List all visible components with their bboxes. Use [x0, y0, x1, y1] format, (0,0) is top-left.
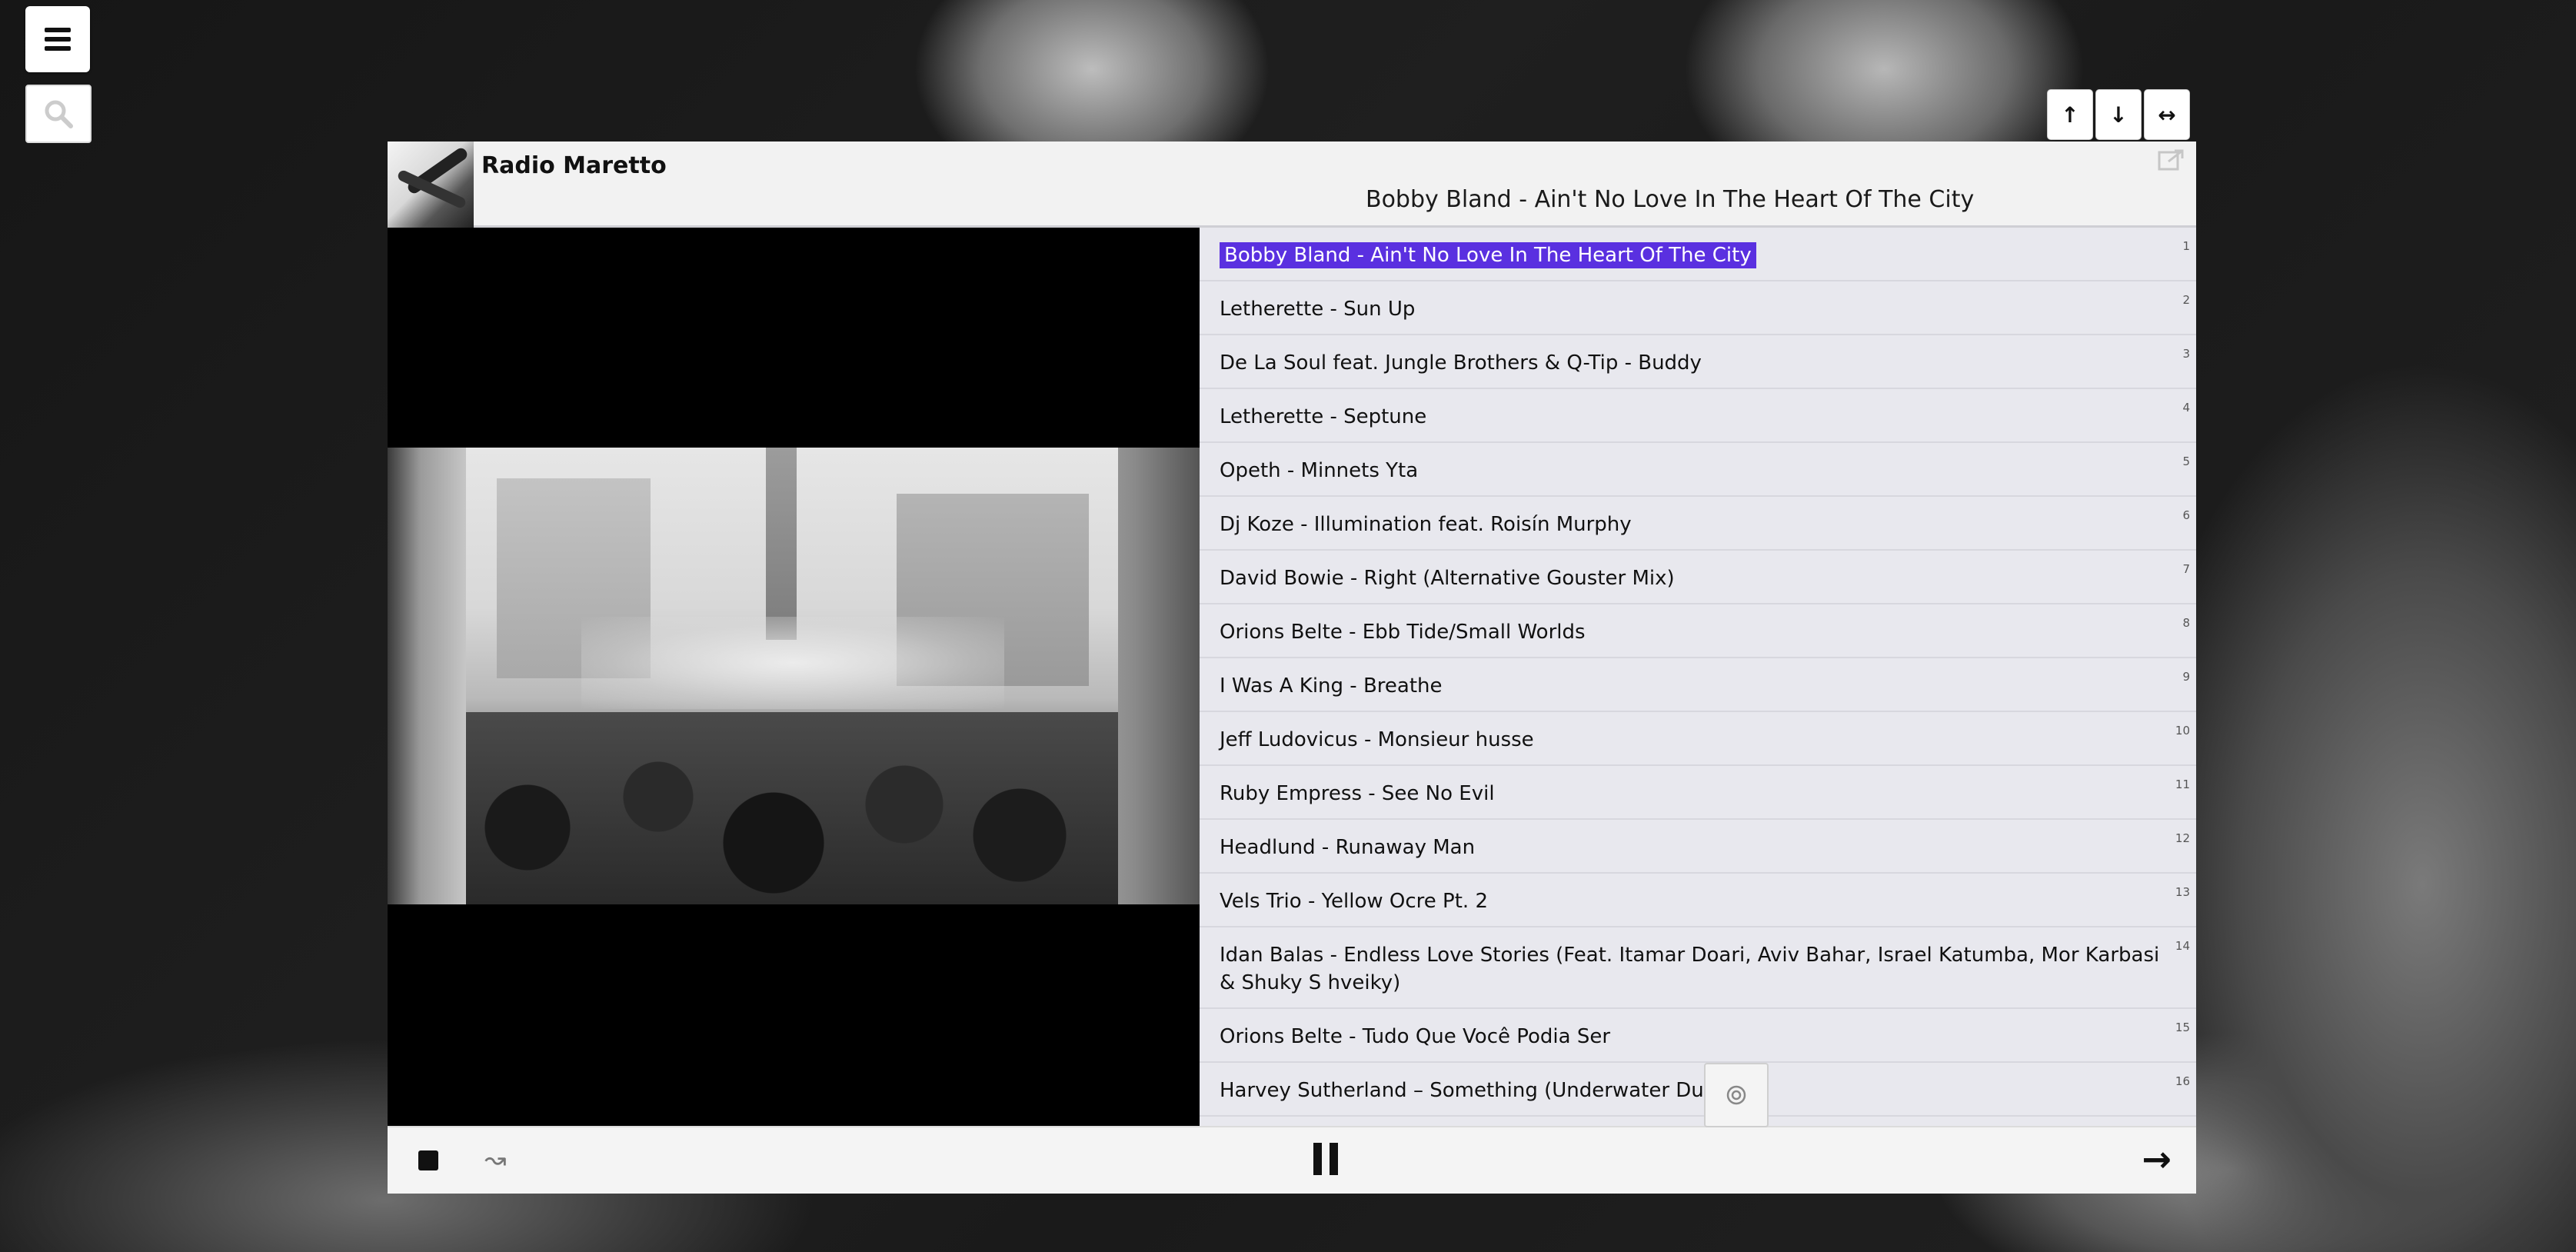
- track-title: Ruby Empress - See No Evil: [1220, 782, 1495, 805]
- track-title: Jeff Ludovicus - Monsieur husse: [1220, 728, 1534, 751]
- playlist-item[interactable]: Letherette - Sun Up 2: [1200, 281, 2196, 335]
- track-number: 15: [2175, 1021, 2190, 1034]
- station-thumbnail[interactable]: [388, 142, 474, 228]
- track-number: 3: [2182, 347, 2190, 361]
- locate-current-button[interactable]: [1704, 1063, 1769, 1127]
- video-player[interactable]: [388, 228, 1200, 1126]
- next-button[interactable]: →: [2142, 1138, 2172, 1180]
- playlist-item[interactable]: Headlund - Runaway Man 12: [1200, 820, 2196, 874]
- track-number: 11: [2175, 778, 2190, 791]
- playlist-item[interactable]: Dj Koze - Illumination feat. Roisín Murp…: [1200, 497, 2196, 551]
- menu-button[interactable]: [25, 6, 90, 72]
- player-controls: ↝ →: [388, 1126, 2196, 1194]
- playlist[interactable]: Bobby Bland - Ain't No Love In The Heart…: [1200, 228, 2196, 1126]
- playlist-item[interactable]: Orions Belte - Tudo Que Você Podia Ser 15: [1200, 1009, 2196, 1063]
- track-title: De La Soul feat. Jungle Brothers & Q-Tip…: [1220, 351, 1702, 375]
- playlist-item[interactable]: 17: [1200, 1117, 2196, 1126]
- popout-icon[interactable]: [2158, 149, 2185, 172]
- playlist-item[interactable]: Opeth - Minnets Yta 5: [1200, 443, 2196, 497]
- track-title: Vels Trio - Yellow Ocre Pt. 2: [1220, 890, 1488, 913]
- track-title: I Was A King - Breathe: [1220, 674, 1443, 698]
- search-button[interactable]: [25, 85, 92, 143]
- playlist-item[interactable]: Idan Balas - Endless Love Stories (Feat.…: [1200, 927, 2196, 1009]
- track-number: 10: [2175, 724, 2190, 738]
- track-number: 16: [2175, 1074, 2190, 1088]
- track-number: 13: [2175, 885, 2190, 899]
- track-number: 12: [2175, 831, 2190, 845]
- track-title: David Bowie - Right (Alternative Gouster…: [1220, 567, 1675, 590]
- video-image: [466, 448, 1118, 904]
- track-title: Opeth - Minnets Yta: [1220, 459, 1419, 482]
- pause-button[interactable]: [1313, 1143, 1338, 1175]
- track-title: Orions Belte - Tudo Que Você Podia Ser: [1220, 1025, 1611, 1048]
- repeat-icon[interactable]: ↝: [484, 1144, 507, 1175]
- track-title: Harvey Sutherland – Something (Underwate…: [1220, 1079, 1725, 1102]
- track-number: 7: [2182, 562, 2190, 576]
- playlist-item[interactable]: Ruby Empress - See No Evil 11: [1200, 766, 2196, 820]
- track-number: 8: [2182, 616, 2190, 630]
- track-number: 5: [2182, 455, 2190, 468]
- playlist-item[interactable]: Harvey Sutherland – Something (Underwate…: [1200, 1063, 2196, 1117]
- playlist-item[interactable]: I Was A King - Breathe 9: [1200, 658, 2196, 712]
- video-frame: [388, 448, 1200, 904]
- track-title: Dj Koze - Illumination feat. Roisín Murp…: [1220, 513, 1632, 536]
- player-header: Radio Maretto Bobby Bland - Ain't No Lov…: [388, 142, 2196, 228]
- arrow-up-icon: ↑: [2061, 102, 2079, 128]
- playlist-item[interactable]: De La Soul feat. Jungle Brothers & Q-Tip…: [1200, 335, 2196, 389]
- track-number: 9: [2182, 670, 2190, 684]
- window-controls: ↑ ↓ ↔: [2047, 89, 2190, 140]
- track-title: Orions Belte - Ebb Tide/Small Worlds: [1220, 621, 1586, 644]
- search-icon: [45, 100, 73, 128]
- playlist-item[interactable]: Vels Trio - Yellow Ocre Pt. 2 13: [1200, 874, 2196, 927]
- move-down-button[interactable]: ↓: [2095, 89, 2142, 140]
- playlist-item[interactable]: Letherette - Septune 4: [1200, 389, 2196, 443]
- track-title: Letherette - Sun Up: [1220, 298, 1416, 321]
- track-title: Headlund - Runaway Man: [1220, 836, 1476, 859]
- expand-icon: ↔: [2158, 102, 2176, 128]
- now-playing-title: Bobby Bland - Ain't No Love In The Heart…: [1366, 186, 1975, 213]
- stop-button[interactable]: [418, 1150, 438, 1170]
- playlist-item-active[interactable]: Bobby Bland - Ain't No Love In The Heart…: [1200, 228, 2196, 281]
- playlist-item[interactable]: Orions Belte - Ebb Tide/Small Worlds 8: [1200, 604, 2196, 658]
- track-number: 1: [2182, 239, 2190, 253]
- arrow-down-icon: ↓: [2109, 102, 2128, 128]
- player-window: Radio Maretto Bobby Bland - Ain't No Lov…: [388, 142, 2196, 1194]
- track-number: 4: [2182, 401, 2190, 415]
- track-number: 6: [2182, 508, 2190, 522]
- station-name: Radio Maretto: [481, 152, 667, 179]
- move-up-button[interactable]: ↑: [2047, 89, 2093, 140]
- track-title: Letherette - Septune: [1220, 405, 1427, 428]
- playlist-item[interactable]: David Bowie - Right (Alternative Gouster…: [1200, 551, 2196, 604]
- hamburger-icon: [45, 28, 71, 51]
- track-number: 14: [2175, 939, 2190, 953]
- track-title: Idan Balas - Endless Love Stories (Feat.…: [1220, 944, 2160, 994]
- expand-button[interactable]: ↔: [2144, 89, 2190, 140]
- track-number: 2: [2182, 293, 2190, 307]
- track-title: Bobby Bland - Ain't No Love In The Heart…: [1220, 242, 1756, 268]
- target-icon: [1726, 1085, 1746, 1105]
- playlist-item[interactable]: Jeff Ludovicus - Monsieur husse 10: [1200, 712, 2196, 766]
